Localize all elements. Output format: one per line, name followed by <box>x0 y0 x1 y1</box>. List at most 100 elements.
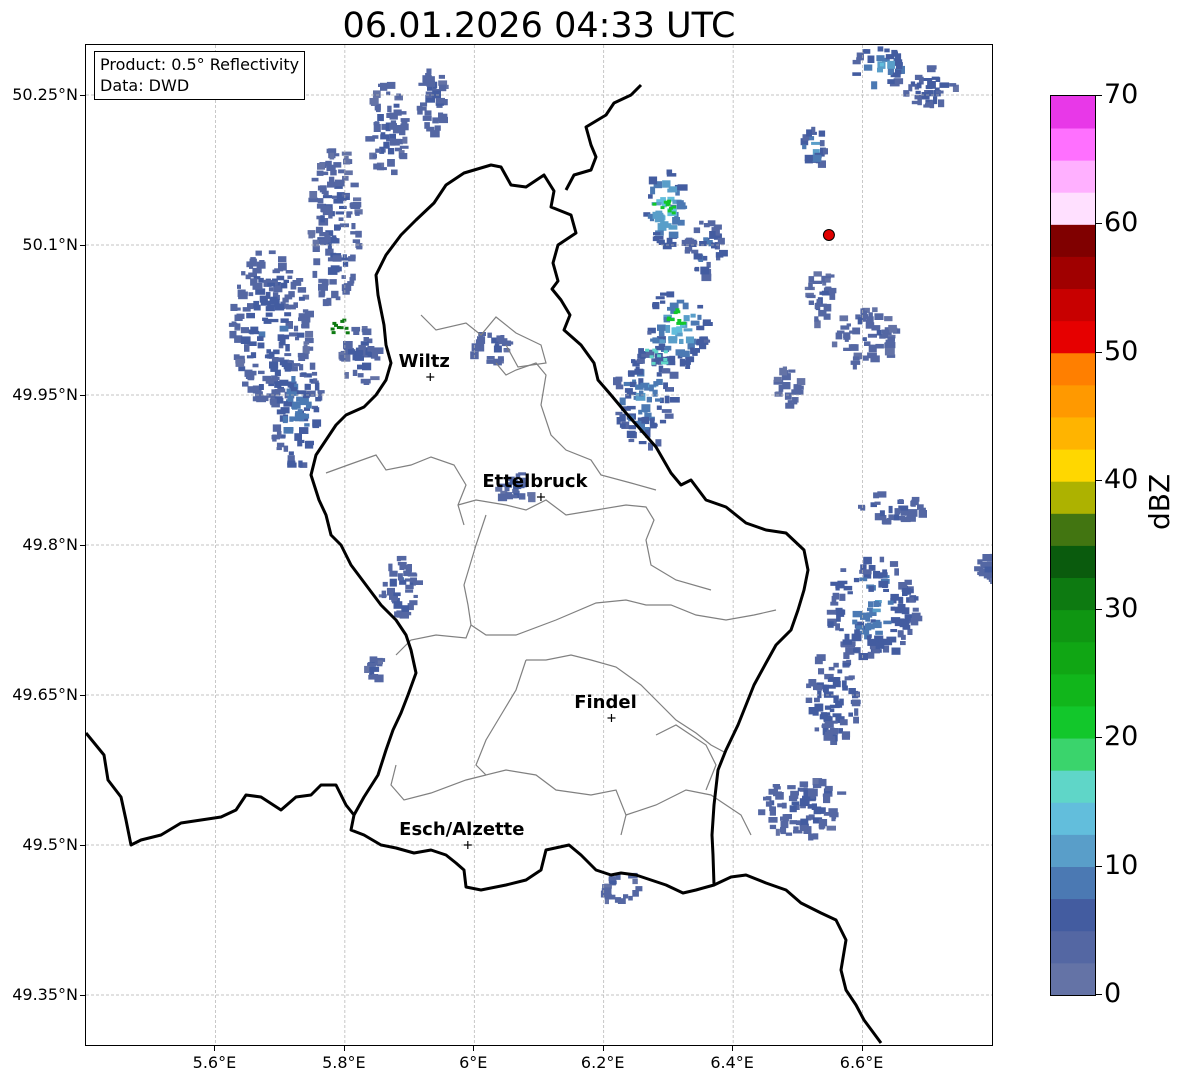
precip-cell <box>228 250 314 406</box>
gridlines <box>86 45 992 1045</box>
precip-cell <box>470 332 514 366</box>
precip-cell <box>365 81 410 176</box>
lon-tick-label: 6.4°E <box>710 1053 754 1072</box>
precip-cell <box>800 126 828 168</box>
lon-tick-mark <box>602 1046 604 1051</box>
colorbar-swatch <box>1051 866 1095 900</box>
precip-cell <box>307 148 363 307</box>
colorbar-tick-mark <box>1096 223 1102 225</box>
precip-cell <box>974 553 992 584</box>
lat-tick-mark <box>80 95 85 96</box>
district-boundary <box>655 724 717 791</box>
map-title: 06.01.2026 04:33 UTC <box>342 6 736 46</box>
country-border <box>309 163 810 895</box>
precip-cell <box>338 326 384 385</box>
city-marker: Esch/Alzette <box>399 819 524 849</box>
city-label: Ettelbruck <box>482 471 588 492</box>
radar-map[interactable]: Wiltz Ettelbruck Findel Esch/Alzette <box>85 44 993 1046</box>
precip-cell <box>805 652 861 745</box>
precip-cell <box>858 491 927 525</box>
lon-tick-label: 5.8°E <box>322 1053 366 1072</box>
colorbar-swatch <box>1051 577 1095 611</box>
lat-tick-mark <box>80 695 85 696</box>
precip-cell <box>600 872 643 905</box>
colorbar-swatch <box>1051 802 1095 835</box>
lat-tick-mark <box>80 995 85 996</box>
colorbar-tick-mark <box>1096 95 1102 96</box>
info-product: Product: 0.5° Reflectivity <box>100 55 300 74</box>
colorbar-tick-label: 10 <box>1104 849 1139 881</box>
lon-tick-label: 6.2°E <box>580 1053 625 1072</box>
lat-tick-label: 50.25°N <box>12 85 78 104</box>
lat-tick-label: 49.35°N <box>12 985 78 1004</box>
district-boundary <box>390 764 487 801</box>
colorbar-swatch <box>1051 288 1095 322</box>
precip-cell <box>826 556 923 661</box>
colorbar-swatch <box>1051 545 1095 579</box>
colorbar-tick-mark <box>1096 480 1102 482</box>
precipitation-layer <box>228 46 992 905</box>
colorbar-swatch <box>1051 930 1095 964</box>
colorbar-swatch <box>1051 352 1095 386</box>
precip-cell <box>416 68 449 138</box>
precip-cell <box>804 271 837 329</box>
colorbar-swatch <box>1051 256 1095 290</box>
map-canvas: Wiltz Ettelbruck Findel Esch/Alzette <box>86 45 992 1045</box>
lon-tick-mark <box>732 1046 734 1051</box>
precip-hotspot <box>330 318 350 335</box>
lon-tick-label: 6°E <box>459 1053 488 1072</box>
city-label: Esch/Alzette <box>399 819 524 840</box>
colorbar-swatch <box>1051 417 1095 450</box>
district-boundary <box>325 454 467 526</box>
colorbar-swatch <box>1051 320 1095 354</box>
radar-site-dot <box>822 229 835 241</box>
city-markers: Wiltz Ettelbruck Findel Esch/Alzette <box>399 351 637 849</box>
district-boundary <box>625 789 752 836</box>
colorbar-tick-mark <box>1096 737 1102 739</box>
lat-tick-label: 49.65°N <box>12 685 78 704</box>
dbz-colorbar <box>1050 95 1096 996</box>
colorbar-swatch <box>1051 513 1095 546</box>
lon-tick-mark <box>861 1046 863 1051</box>
precip-cell <box>364 656 386 683</box>
colorbar-tick-mark <box>1096 865 1102 867</box>
precip-cell <box>831 307 901 370</box>
lon-tick-mark <box>473 1046 475 1051</box>
colorbar-swatch <box>1051 224 1095 257</box>
country-border <box>86 732 356 847</box>
city-marker: Wiltz <box>399 351 450 381</box>
lon-tick-mark <box>214 1046 216 1051</box>
radar-site-marker <box>822 229 835 241</box>
colorbar-swatch <box>1051 384 1095 418</box>
colorbar-tick-label: 50 <box>1104 335 1139 367</box>
lat-tick-label: 50.1°N <box>22 235 78 254</box>
colorbar-tick-label: 30 <box>1104 592 1139 624</box>
colorbar-swatch <box>1051 673 1095 707</box>
colorbar-tick-label: 60 <box>1104 207 1139 239</box>
colorbar-tick-label: 0 <box>1104 978 1122 1009</box>
city-marker: Findel <box>574 692 637 722</box>
lon-tick-label: 6.6°E <box>839 1053 884 1072</box>
country-borders <box>86 83 883 1044</box>
colorbar-tick-label: 20 <box>1104 721 1139 753</box>
lat-tick-mark <box>80 845 85 846</box>
colorbar-swatch <box>1051 128 1095 161</box>
precip-cell <box>758 778 847 841</box>
colorbar-tick-label: 70 <box>1104 79 1139 110</box>
colorbar-swatch <box>1051 738 1095 771</box>
colorbar-swatch <box>1051 641 1095 675</box>
precip-cell <box>643 169 688 250</box>
lon-tick-mark <box>343 1046 345 1051</box>
lat-tick-label: 49.95°N <box>12 385 78 404</box>
info-source: Data: DWD <box>100 76 190 95</box>
city-label: Wiltz <box>399 351 450 372</box>
lat-tick-mark <box>80 545 85 546</box>
colorbar-title: dBZ <box>1143 473 1176 530</box>
info-box: Product: 0.5° Reflectivity Data: DWD <box>94 51 306 100</box>
colorbar-swatch <box>1051 609 1095 643</box>
colorbar-tick-mark <box>1096 608 1102 610</box>
colorbar-swatch <box>1051 449 1095 482</box>
lat-tick-label: 49.5°N <box>22 835 78 854</box>
colorbar-swatch <box>1051 706 1095 739</box>
lat-tick-mark <box>80 395 85 396</box>
